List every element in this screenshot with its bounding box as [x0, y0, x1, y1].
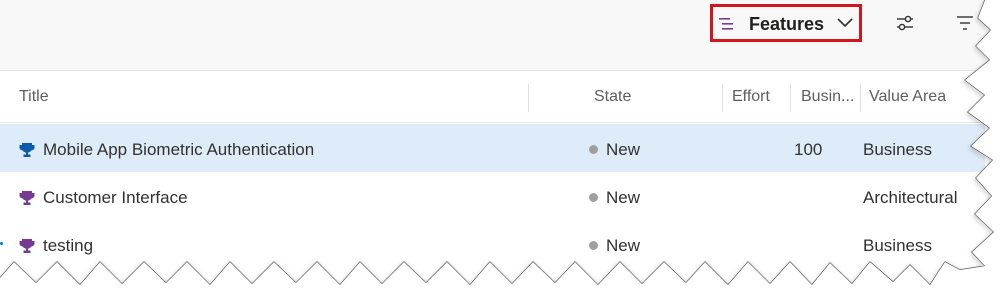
state-indicator — [589, 241, 598, 250]
table-row[interactable]: Mobile App Biometric Authentication New … — [0, 124, 985, 172]
column-header-effort[interactable]: Effort — [732, 88, 770, 106]
column-header-title[interactable]: Title — [19, 88, 49, 106]
row-indicator — [0, 242, 3, 245]
work-item-value-area: Architectural — [863, 188, 958, 207]
work-item-state: New — [606, 236, 641, 255]
work-item-state: New — [606, 140, 641, 159]
state-indicator — [589, 145, 598, 154]
work-item-title[interactable]: testing — [43, 236, 93, 256]
filter-icon[interactable] — [955, 15, 975, 31]
backlog-level-label: Features — [749, 14, 825, 34]
work-item-title[interactable]: Mobile App Biometric Authentication — [43, 140, 314, 160]
backlog-level-picker[interactable]: Features — [710, 4, 862, 42]
column-divider[interactable] — [860, 84, 861, 112]
trophy-icon — [19, 191, 35, 205]
trophy-icon — [19, 143, 35, 157]
column-divider[interactable] — [528, 84, 529, 112]
column-header-value-area[interactable]: Value Area — [869, 88, 946, 106]
work-item-title[interactable]: Customer Interface — [43, 188, 188, 208]
backlog-level-icon — [719, 18, 733, 30]
grid-header: Title State Effort Busin... Value Area — [0, 72, 985, 123]
state-indicator — [589, 193, 598, 202]
trophy-icon — [19, 239, 35, 253]
backlog-view: Features Title State Effort Busin... Val… — [0, 0, 1003, 301]
work-item-state: New — [606, 188, 641, 207]
column-header-business-value[interactable]: Busin... — [801, 88, 854, 106]
work-item-value-area: Business — [863, 140, 932, 159]
column-divider[interactable] — [722, 84, 723, 112]
backlog-toolbar: Features — [0, 0, 985, 71]
column-divider[interactable] — [790, 84, 791, 112]
column-header-state[interactable]: State — [594, 88, 631, 106]
work-item-value-area: Business — [863, 236, 932, 255]
table-row[interactable]: testing New Business — [0, 220, 985, 268]
table-row[interactable]: Customer Interface New Architectural — [0, 172, 985, 220]
view-options-icon[interactable] — [895, 13, 915, 33]
work-item-business-value: 100 — [794, 140, 823, 159]
chevron-down-icon — [837, 18, 853, 28]
